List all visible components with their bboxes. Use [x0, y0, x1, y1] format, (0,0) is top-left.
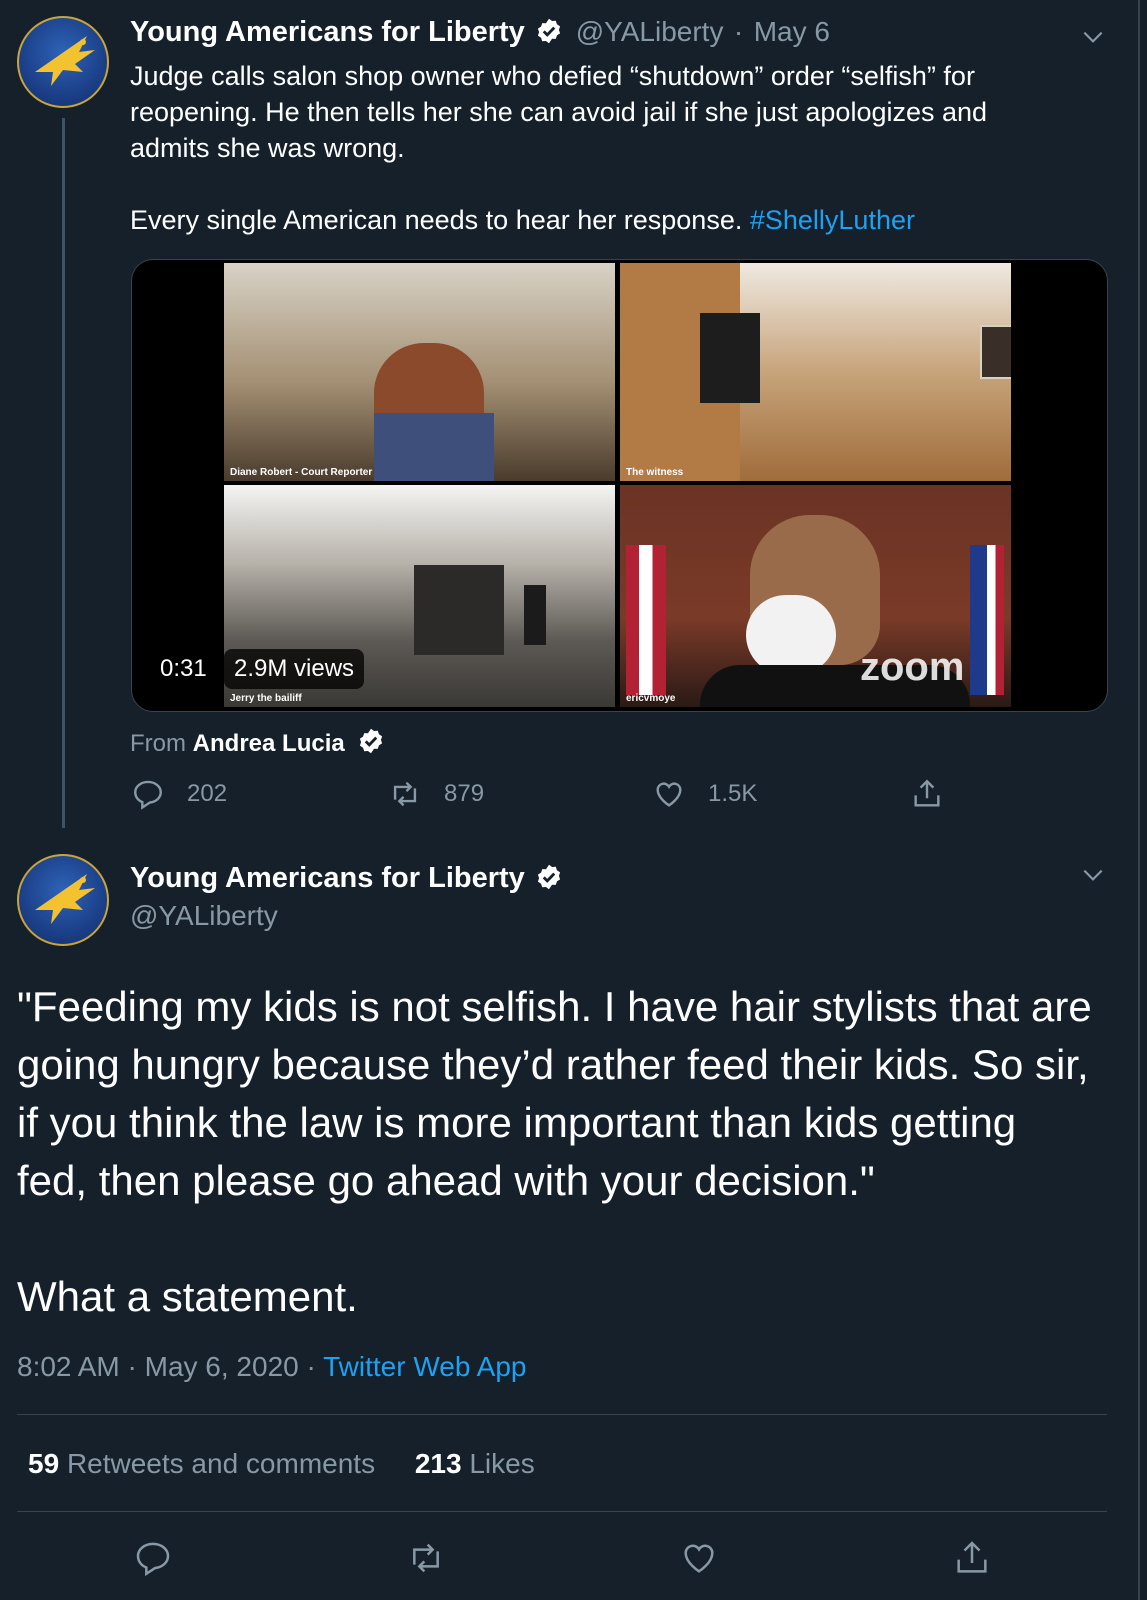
handle[interactable]: @YALiberty [576, 16, 724, 47]
eagle-logo-icon [35, 874, 95, 924]
tile-label: ericvmoye [626, 693, 676, 704]
video-player[interactable]: Diane Robert - Court Reporter The witnes… [131, 259, 1108, 712]
verified-icon [538, 18, 561, 44]
tweet-text: "Feeding my kids is not selfish. I have … [17, 978, 1127, 1326]
tweet-text-line: admits she was wrong. [130, 133, 405, 163]
tweet-text: Judge calls salon shop owner who defied … [130, 58, 1130, 238]
likes-label: Likes [469, 1448, 535, 1479]
separator: · [733, 16, 744, 47]
tile-label: Diane Robert - Court Reporter [230, 467, 373, 478]
reply-button[interactable]: 202 [131, 777, 227, 811]
video-tile-court-reporter: Diane Robert - Court Reporter [224, 263, 615, 481]
tweet-meta: 8:02 AM · May 6, 2020 · Twitter Web App [17, 1351, 526, 1383]
tweet-header: Young Americans for Liberty @YALiberty ·… [130, 16, 830, 49]
column-border [1138, 0, 1140, 1600]
likes-count: 213 [414, 1448, 462, 1479]
retweet-icon[interactable] [406, 1538, 446, 1578]
tweet-text-line: if you think the law is more important t… [17, 1099, 1017, 1146]
tweet-text-line: fed, then please go ahead with your deci… [17, 1157, 875, 1204]
divider [17, 1511, 1107, 1512]
retweet-icon [393, 781, 417, 807]
tweet-text-line: Every single American needs to hear her … [130, 205, 743, 235]
tweet-text-line: going hungry because they’d rather feed … [17, 1041, 1089, 1088]
reply-icon [134, 780, 162, 810]
like-icon[interactable] [679, 1538, 719, 1578]
video-tile-witness: The witness [620, 263, 1011, 481]
retweets-stat[interactable]: 59 Retweets and comments [28, 1448, 383, 1479]
handle[interactable]: @YALiberty [130, 900, 278, 932]
reply-count: 202 [187, 780, 228, 807]
tweet-text-line: What a statement. [17, 1273, 358, 1320]
video-tile-judge: zoom ericvmoye [620, 485, 1011, 707]
separator: · [127, 1351, 137, 1382]
tile-label: Jerry the bailiff [230, 693, 302, 704]
share-icon[interactable] [910, 777, 944, 811]
tweet-text-line: Judge calls salon shop owner who defied … [130, 61, 975, 91]
tweet-date[interactable]: May 6 [754, 16, 830, 47]
verified-icon [538, 864, 561, 890]
tile-label: The witness [626, 467, 684, 478]
retweet-button[interactable]: 879 [388, 777, 484, 811]
media-source: From Andrea Lucia [130, 727, 385, 758]
like-icon [656, 782, 682, 807]
tweet-text-line: "Feeding my kids is not selfish. I have … [17, 983, 1092, 1030]
tweet-header: Young Americans for Liberty [130, 862, 563, 895]
display-name[interactable]: Young Americans for Liberty [130, 862, 525, 894]
avatar[interactable] [17, 16, 109, 108]
display-name[interactable]: Young Americans for Liberty [130, 16, 525, 48]
source-name[interactable]: Andrea Lucia [193, 730, 345, 757]
client-link[interactable]: Twitter Web App [323, 1351, 526, 1382]
like-count: 1.5K [708, 780, 758, 807]
chevron-down-icon[interactable] [1080, 862, 1106, 888]
video-duration: 0:31 [150, 649, 217, 689]
retweets-count: 59 [28, 1448, 60, 1479]
zoom-watermark: zoom [860, 645, 965, 689]
retweet-count: 879 [444, 780, 485, 807]
verified-icon [360, 728, 383, 754]
thread-line [62, 118, 65, 828]
likes-stat[interactable]: 213 Likes [415, 1448, 535, 1479]
tweet-date[interactable]: May 6, 2020 [145, 1351, 299, 1382]
source-prefix: From [130, 730, 186, 757]
hashtag-link[interactable]: #ShellyLuther [750, 205, 915, 235]
tweet-time[interactable]: 8:02 AM [17, 1351, 120, 1382]
separator: · [306, 1351, 316, 1382]
tweet-stats: 59 Retweets and comments 213 Likes [28, 1448, 535, 1480]
video-views: 2.9M views [224, 649, 365, 689]
chevron-down-icon[interactable] [1080, 24, 1106, 50]
tweet-text-line: reopening. He then tells her she can avo… [130, 97, 988, 127]
avatar[interactable] [17, 854, 109, 946]
share-icon[interactable] [952, 1538, 992, 1578]
divider [17, 1414, 1107, 1415]
retweets-label: Retweets and comments [66, 1448, 376, 1479]
like-button[interactable]: 1.5K [652, 777, 757, 811]
eagle-logo-icon [35, 36, 95, 86]
reply-icon[interactable] [133, 1538, 173, 1578]
